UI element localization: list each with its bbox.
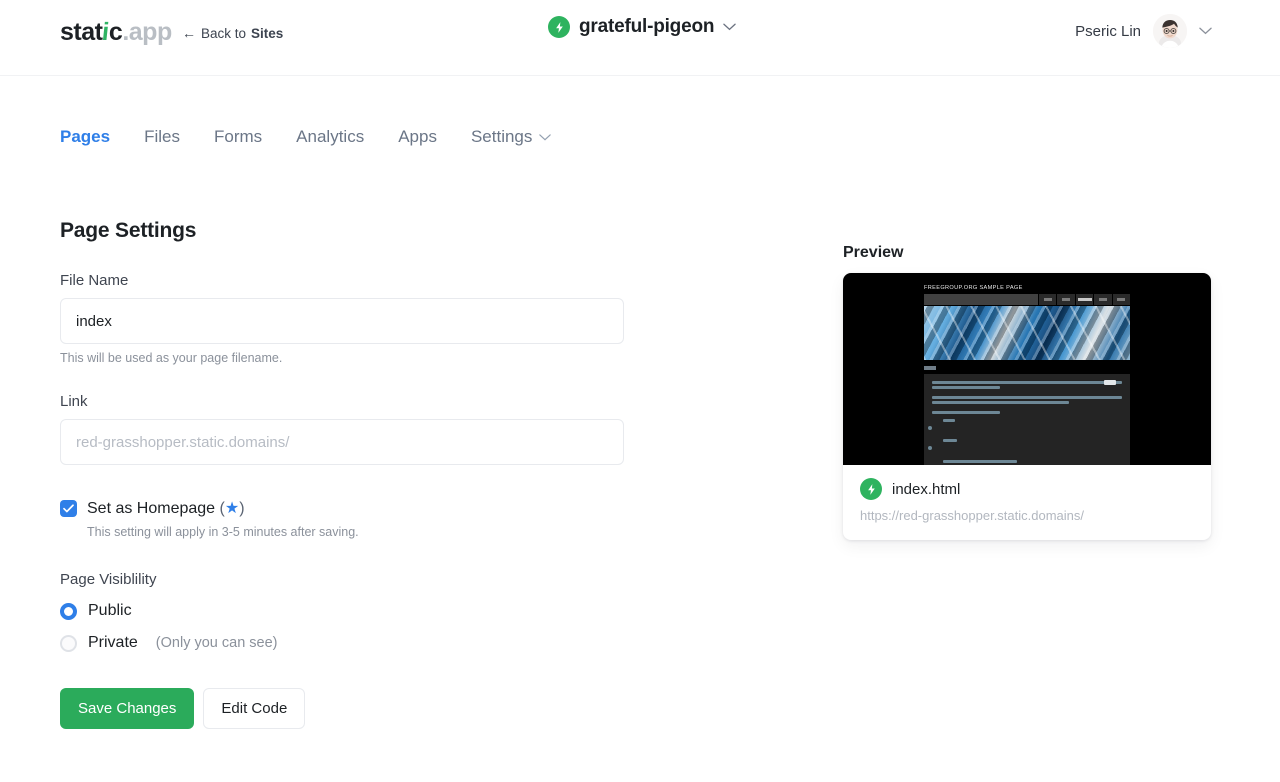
thumbnail-banner-image xyxy=(924,306,1130,360)
visibility-option-public[interactable]: Public xyxy=(60,602,624,620)
preview-bolt-icon xyxy=(860,478,882,500)
tab-apps[interactable]: Apps xyxy=(398,127,437,147)
user-chevron-down-icon xyxy=(1199,22,1212,40)
back-to-sites-link[interactable]: ← Back to Sites xyxy=(182,25,283,41)
tab-apps-label: Apps xyxy=(398,127,437,146)
tab-files-label: Files xyxy=(144,127,180,146)
radio-public[interactable] xyxy=(60,602,77,620)
homepage-paren-close: ) xyxy=(239,500,245,517)
preview-thumbnail: FREEGROUP.ORG SAMPLE PAGE • • • xyxy=(843,273,1211,465)
avatar xyxy=(1153,14,1187,48)
tab-forms[interactable]: Forms xyxy=(214,127,262,147)
back-arrow-icon: ← xyxy=(182,25,196,41)
tab-pages-label: Pages xyxy=(60,127,111,146)
page-settings-form: File Name This will be used as your page… xyxy=(60,272,624,652)
thumbnail-body xyxy=(924,374,1130,465)
site-name-label: grateful-pigeon xyxy=(579,16,715,37)
preview-url: https://red-grasshopper.static.domains/ xyxy=(860,508,1085,523)
file-name-input[interactable] xyxy=(60,298,624,344)
primary-tabs: Pages Files Forms Analytics Apps Setting… xyxy=(60,127,552,147)
edit-code-button[interactable]: Edit Code xyxy=(203,688,306,729)
radio-public-label: Public xyxy=(88,602,132,619)
tab-analytics-label: Analytics xyxy=(296,127,365,146)
preview-file-name: index.html xyxy=(892,480,961,498)
page-title: Page Settings xyxy=(60,219,197,242)
tab-settings-chevron-down-icon xyxy=(539,130,552,144)
set-as-homepage-helper: This setting will apply in 3-5 minutes a… xyxy=(87,525,359,539)
tab-forms-label: Forms xyxy=(214,127,263,146)
site-selector[interactable]: grateful-pigeon xyxy=(548,16,737,38)
file-name-helper: This will be used as your page filename. xyxy=(60,351,283,365)
radio-private-note: (Only you can see) xyxy=(155,635,278,651)
set-as-homepage-row[interactable]: Set as Homepage (★) xyxy=(60,498,624,518)
chevron-down-icon xyxy=(723,18,737,36)
static-app-logo[interactable]: stat i c .app xyxy=(60,18,172,47)
thumbnail-nav xyxy=(924,294,1131,305)
user-name-label: Pseric Lin xyxy=(1075,22,1141,40)
save-changes-button[interactable]: Save Changes xyxy=(60,688,195,729)
thumbnail-nav-item xyxy=(1039,294,1057,305)
page-visibility-label: Page Visiblility xyxy=(60,571,157,588)
user-menu[interactable]: Pseric Lin xyxy=(1075,14,1212,48)
link-input[interactable] xyxy=(60,419,624,465)
form-actions: Save Changes Edit Code xyxy=(60,688,306,729)
logo-text-stat: stat xyxy=(60,18,103,46)
radio-private[interactable] xyxy=(60,634,77,652)
tab-files[interactable]: Files xyxy=(144,127,180,147)
back-link-label-strong: Sites xyxy=(251,25,284,41)
preview-card-meta: index.html https://red-grasshopper.stati… xyxy=(843,465,1211,540)
tab-pages[interactable]: Pages xyxy=(60,127,110,147)
file-name-label: File Name xyxy=(60,272,129,289)
thumbnail-heading: FREEGROUP.ORG SAMPLE PAGE xyxy=(924,285,1023,291)
tab-settings[interactable]: Settings xyxy=(470,127,552,147)
thumbnail-nav-item xyxy=(1057,294,1075,305)
app-header: stat i c .app ← Back to Sites grateful-p… xyxy=(0,0,1280,76)
back-link-label: Back to xyxy=(201,25,247,41)
tab-analytics[interactable]: Analytics xyxy=(296,127,364,147)
thumbnail-nav-item xyxy=(1112,294,1131,305)
visibility-option-private[interactable]: Private (Only you can see) xyxy=(60,634,624,652)
tab-settings-label: Settings xyxy=(470,127,533,146)
thumbnail-nav-item xyxy=(1094,294,1112,305)
site-bolt-icon xyxy=(548,16,570,38)
thumbnail-nav-logo xyxy=(924,294,1038,305)
link-label: Link xyxy=(60,393,88,410)
thumbnail-section-tag xyxy=(924,366,936,370)
homepage-label-text: Set as Homepage xyxy=(87,500,216,517)
logo-text-app: .app xyxy=(122,18,172,46)
star-icon: ★ xyxy=(224,500,240,517)
thumbnail-nav-item-php xyxy=(1075,294,1094,305)
set-as-homepage-label: Set as Homepage (★) xyxy=(87,498,245,518)
logo-text-c: c xyxy=(108,18,123,46)
preview-title: Preview xyxy=(843,244,904,261)
radio-private-label: Private xyxy=(88,634,138,651)
set-as-homepage-checkbox[interactable] xyxy=(60,499,77,517)
preview-card[interactable]: FREEGROUP.ORG SAMPLE PAGE • • • index.ht… xyxy=(843,273,1211,540)
thumbnail-bullet-list xyxy=(932,418,1122,465)
